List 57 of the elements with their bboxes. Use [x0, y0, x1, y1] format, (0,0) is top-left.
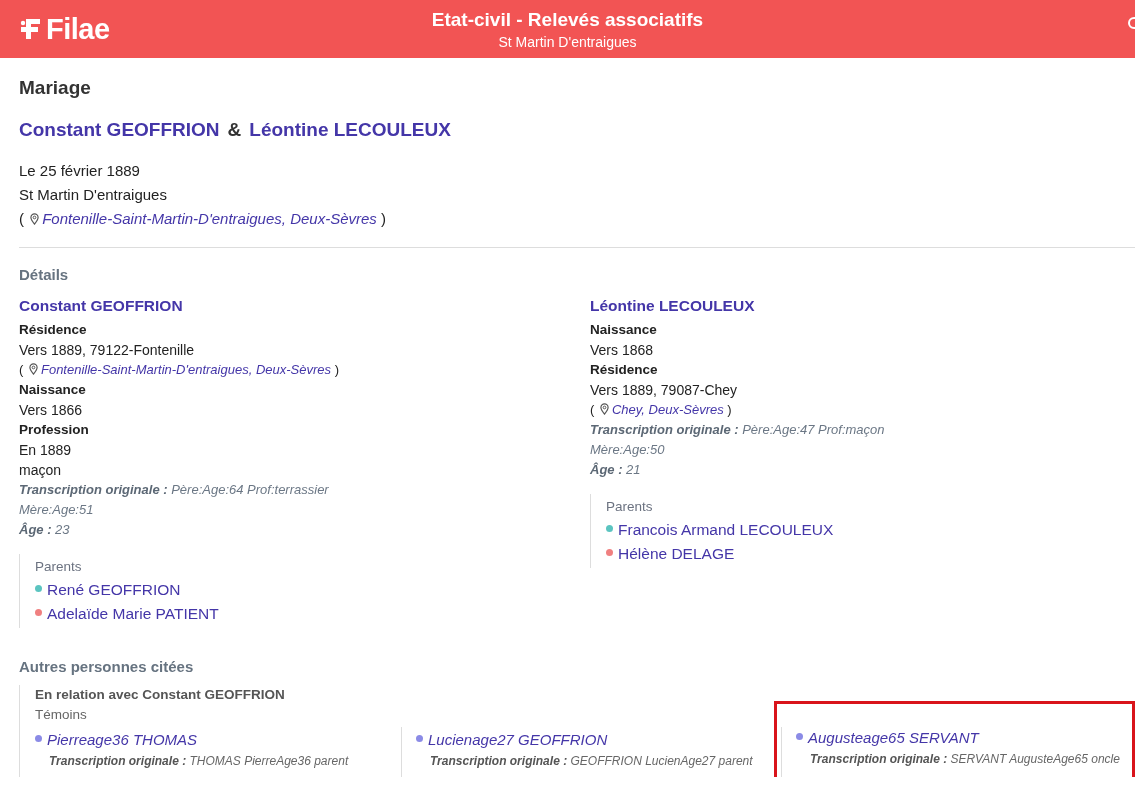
parenthesis-text: (	[590, 402, 595, 417]
transcription-text: Transcription originale : THOMAS PierreAge36 parent	[48, 753, 350, 770]
place-text: St Martin D'entraigues	[19, 185, 168, 205]
parenthesis-text: (	[19, 362, 24, 377]
witness-link[interactable]: Pierreage36 THOMAS	[47, 731, 198, 748]
location-link[interactable]: Fontenille-Saint-Martin-D'entraigues, Deux-Sèvres	[40, 362, 331, 377]
location-pin-icon	[28, 363, 38, 375]
parenthesis-text: )	[727, 402, 732, 417]
transcription-text: Transcription originale : Père:Age:47 Prof:maçon Mère:Age:50	[590, 421, 886, 459]
relation-heading: En relation avec Constant GEOFFRION	[35, 686, 286, 704]
field-label: Naissance	[19, 381, 87, 399]
bullet-dot	[796, 733, 803, 740]
parenthesis-text: )	[381, 210, 386, 227]
page-title: Etat-civil - Relevés associatifs	[431, 8, 704, 31]
location-link[interactable]: Chey, Deux-Sèvres	[611, 402, 724, 417]
field-label: Naissance	[590, 321, 658, 339]
field-value: Vers 1889, 79122-Fontenille	[19, 341, 196, 360]
witness-link[interactable]: Lucienage27 GEOFFRION	[428, 731, 608, 748]
bullet-dot	[416, 735, 423, 742]
parents-heading: Parents	[606, 499, 654, 514]
parent-link[interactable]: Hélène DELAGE	[618, 545, 735, 562]
field-label: Résidence	[19, 321, 88, 339]
role-label: Témoins	[35, 706, 88, 724]
witness-link[interactable]: Augusteage65 SERVANT	[808, 729, 979, 746]
field-label: Résidence	[590, 361, 659, 379]
field-label: Profession	[19, 421, 90, 439]
person-name-link[interactable]: Constant GEOFFRION	[19, 297, 183, 315]
bullet-dot	[35, 735, 42, 742]
ampersand-text: &	[227, 119, 242, 141]
parent-link[interactable]: Francois Armand LECOULEUX	[618, 521, 834, 538]
transcription-text: Transcription originale : SERVANT AugusteAge65 oncle	[809, 751, 1121, 768]
parents-heading: Parents	[35, 559, 83, 574]
parent-link[interactable]: René GEOFFRION	[47, 581, 181, 598]
field-value: En 1889	[19, 441, 73, 460]
parenthesis-text: (	[19, 210, 24, 227]
parenthesis-text: )	[334, 362, 339, 377]
field-value: Vers 1868	[590, 341, 655, 360]
person-name-link[interactable]: Léontine LECOULEUX	[590, 297, 755, 315]
spouse-link[interactable]: Léontine LECOULEUX	[249, 119, 451, 141]
transcription-text: Âge : 21	[590, 461, 642, 479]
location-pin-icon	[30, 213, 40, 225]
location-link[interactable]: Fontenille-Saint-Martin-D'entraigues, Deux-Sèvres	[42, 210, 377, 227]
transcription-text: Âge : 23	[19, 521, 71, 539]
date-text: Le 25 février 1889	[19, 161, 141, 181]
page-subtitle: St Martin D'entraigues	[498, 33, 637, 50]
field-value: Vers 1889, 79087-Chey	[590, 381, 739, 400]
section-heading: Autres personnes citées	[19, 658, 195, 675]
act-type-heading: Mariage	[19, 77, 92, 99]
parent-link[interactable]: Adelaïde Marie PATIENT	[47, 605, 219, 622]
field-value: Vers 1866	[19, 401, 84, 420]
logo-icon	[20, 17, 42, 41]
transcription-text: Transcription originale : GEOFFRION LucienAge27 parent	[429, 753, 754, 770]
field-value: maçon	[19, 461, 63, 480]
location-pin-icon	[599, 403, 609, 415]
section-heading: Détails	[19, 266, 70, 283]
spouse-link[interactable]: Constant GEOFFRION	[19, 119, 220, 141]
transcription-text: Transcription originale : Père:Age:64 Prof:terrassier Mère:Age:51	[19, 481, 330, 519]
